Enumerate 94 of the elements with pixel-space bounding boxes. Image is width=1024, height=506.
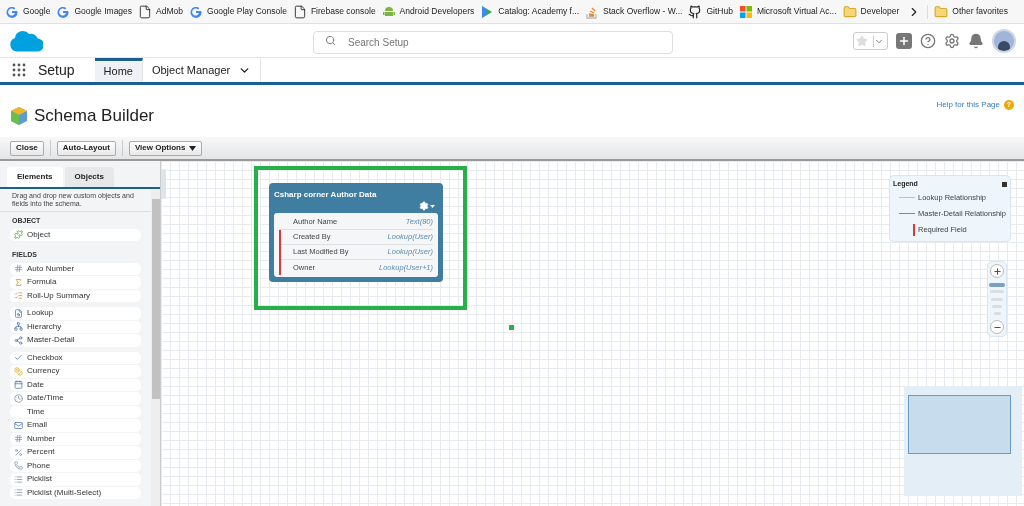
bookmark-link[interactable]: Google Play Console: [189, 4, 287, 19]
bookmark-link[interactable]: GitHub: [688, 4, 733, 19]
gear-menu-icon[interactable]: [419, 201, 435, 211]
percent-icon: [14, 447, 23, 457]
list-icon: [14, 488, 23, 498]
phone-icon: [14, 461, 23, 471]
palette-item[interactable]: Phone: [10, 459, 141, 472]
cube-icon: [10, 106, 28, 126]
robot-icon: [381, 4, 396, 19]
connection-handle[interactable]: [509, 325, 514, 330]
nav-tab[interactable]: Home: [94, 58, 143, 82]
app-launcher-icon[interactable]: [12, 63, 26, 77]
collapse-handle[interactable]: [161, 169, 166, 199]
help-link[interactable]: Help for this Page: [936, 99, 1000, 111]
envelope-icon: [14, 420, 23, 430]
bookmark-link[interactable]: Google Images: [56, 4, 133, 19]
zoom-in-button[interactable]: [990, 264, 1004, 278]
calendar-icon: [14, 380, 23, 390]
list-icon: [14, 291, 23, 301]
search-field[interactable]: Search Setup: [313, 31, 673, 54]
toolbar-button[interactable]: Close: [10, 140, 44, 156]
bookmark-link[interactable]: Android Developers: [381, 4, 475, 19]
palette-item[interactable]: Checkbox: [10, 351, 141, 364]
folder-icon: [934, 4, 949, 19]
palette-item[interactable]: Lookup: [10, 307, 141, 320]
zoom-out-button[interactable]: [990, 320, 1004, 334]
page-icon: [292, 4, 307, 19]
app-name: Setup: [38, 60, 75, 80]
add-button[interactable]: [896, 32, 912, 49]
bell-icon[interactable]: [968, 32, 984, 49]
plus-icon: [898, 34, 910, 47]
toolbar-button[interactable]: View Options: [128, 140, 203, 156]
bookmark-link[interactable]: Microsoft Virtual Ac...: [738, 4, 837, 19]
bookmark-link[interactable]: Catalog: Academy f...: [480, 4, 580, 19]
clock-icon: [14, 393, 23, 403]
palette-item[interactable]: Formula: [10, 276, 141, 289]
google-icon: [189, 4, 203, 19]
hierarchy-icon: [14, 322, 23, 332]
toolbar-button[interactable]: Auto-Layout: [56, 140, 116, 156]
folder-icon: [842, 4, 857, 19]
plus-icon: [992, 266, 1002, 276]
palette-tab[interactable]: Objects: [64, 167, 114, 187]
object-title: Csharp corner Author Data: [274, 189, 377, 201]
palette-item[interactable]: Object: [10, 228, 141, 241]
palette-item[interactable]: Auto Number: [10, 262, 141, 275]
lookup-line: [899, 197, 915, 198]
close-icon[interactable]: [1002, 181, 1007, 187]
google-icon: [56, 4, 71, 19]
caret-icon: [873, 35, 884, 47]
page-icon: [138, 4, 153, 19]
scrollbar[interactable]: [151, 189, 160, 506]
checkbox-icon: [14, 353, 23, 363]
required-marker: [913, 223, 915, 236]
palette-item[interactable]: Currency: [10, 365, 141, 378]
palette-item[interactable]: Date/Time: [10, 392, 141, 405]
bookmark-link[interactable]: Firebase console: [292, 4, 376, 19]
windows-icon: [738, 4, 753, 19]
hash-icon: [14, 434, 23, 444]
google-icon: [5, 4, 19, 19]
puzzle-icon: [14, 230, 23, 240]
minimap[interactable]: [904, 386, 1022, 496]
sigma-icon: [14, 277, 23, 287]
zoom-slider[interactable]: [989, 283, 1005, 315]
cat-icon: [688, 4, 703, 19]
palette-item[interactable]: Percent: [10, 446, 141, 459]
zoom-thumb[interactable]: [989, 283, 1005, 287]
help-icon[interactable]: [920, 32, 936, 49]
bookmark-link[interactable]: Stack Overflow - W...: [585, 4, 683, 19]
nav-tab[interactable]: Object Manager: [142, 58, 262, 82]
palette-item[interactable]: Date: [10, 378, 141, 391]
palette-item[interactable]: Number: [10, 432, 141, 445]
coins-icon: [14, 366, 23, 376]
master-detail-line: [899, 213, 915, 214]
avatar[interactable]: [992, 28, 1016, 53]
bookmark-link[interactable]: Google: [5, 4, 51, 19]
hash-icon: [14, 264, 23, 274]
bookmark-link[interactable]: AdMob: [138, 4, 183, 19]
palette-item[interactable]: Roll-Up Summary: [10, 289, 141, 302]
list-icon: [14, 474, 23, 484]
bookmark-link[interactable]: Developer: [842, 4, 900, 19]
palette-item[interactable]: Time: [10, 405, 141, 418]
bookmark-link[interactable]: Other favorites: [934, 4, 1009, 19]
nodes-icon: [14, 335, 23, 345]
page-title: Schema Builder: [34, 105, 154, 128]
palette-item[interactable]: Picklist (Multi-Select): [10, 486, 141, 499]
palette-tab[interactable]: Elements: [7, 167, 63, 187]
caret-icon: [189, 145, 197, 151]
palette-item[interactable]: Hierarchy: [10, 320, 141, 333]
palette-item[interactable]: Master-Detail: [10, 334, 141, 347]
palette-item[interactable]: Picklist: [10, 473, 141, 486]
search-icon: [325, 35, 336, 46]
settings-icon[interactable]: [944, 32, 960, 49]
star-icon: [856, 34, 868, 47]
palette-item[interactable]: Email: [10, 419, 141, 432]
